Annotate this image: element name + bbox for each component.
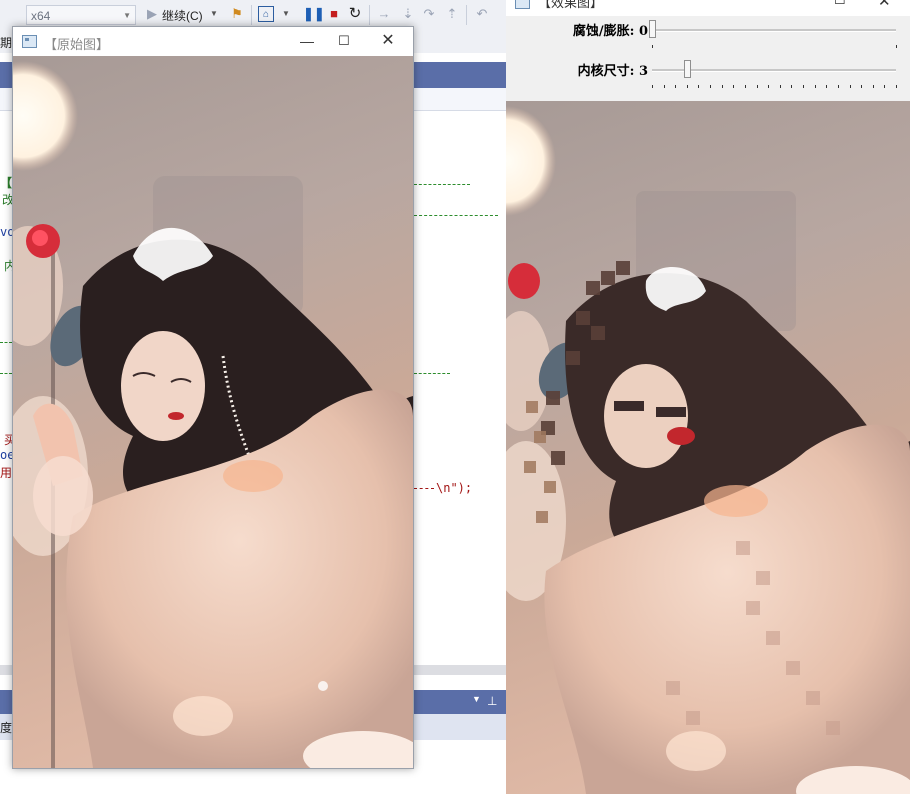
chevron-down-icon: ▼ <box>123 11 131 20</box>
trackbar-tick <box>896 45 897 48</box>
chevron-down-icon[interactable]: ▼ <box>206 6 222 22</box>
comment-divider <box>414 184 470 185</box>
minimize-icon[interactable]: — <box>290 30 324 52</box>
trackbar-thumb[interactable] <box>684 60 691 78</box>
trackbar-tick <box>826 85 827 88</box>
trackbar-kernel-size[interactable]: 内核尺寸: 3 <box>506 58 910 98</box>
show-next-statement-icon[interactable]: → <box>376 6 392 22</box>
trackbar-tick <box>687 85 688 88</box>
effect-window-title: 【效果图】 <box>538 0 604 10</box>
platform-combo[interactable]: x64 ▼ <box>26 5 136 25</box>
effect-window-titlebar[interactable]: 【效果图】 ☐ ✕ <box>506 0 910 16</box>
close-icon[interactable]: ✕ <box>371 30 405 52</box>
trackbar-tick <box>722 85 723 88</box>
trackbar-tick <box>884 85 885 88</box>
trackbar-tick <box>873 85 874 88</box>
pin-icon[interactable]: ⊥ <box>487 694 497 708</box>
trackbar-tick <box>745 85 746 88</box>
trackbar-tick <box>733 85 734 88</box>
code-fragment: \n"); <box>436 481 473 495</box>
chevron-down-icon[interactable]: ▼ <box>472 694 481 704</box>
pause-icon[interactable]: ❚❚ <box>303 6 325 22</box>
toolbar-separator <box>251 5 252 25</box>
trackbar-tick <box>861 85 862 88</box>
trackbar-thumb[interactable] <box>649 20 656 38</box>
window-app-icon <box>515 0 530 9</box>
side-label: 期 <box>0 36 13 50</box>
trackbar-tick <box>757 85 758 88</box>
trackbar-tick <box>652 85 653 88</box>
stop-icon[interactable]: ■ <box>326 6 342 22</box>
trackbar-tick <box>791 85 792 88</box>
trackbar-tick <box>664 85 665 88</box>
trackbar-tick <box>803 85 804 88</box>
camera-icon[interactable]: ⌂ <box>258 6 274 22</box>
continue-play-icon[interactable]: ▶ <box>144 6 160 22</box>
original-image <box>13 56 413 768</box>
comment-divider <box>0 342 12 343</box>
toolbar-separator <box>369 5 370 25</box>
trackbar-ticks <box>652 85 898 89</box>
trackbar-label: 腐蚀/膨胀: 0 <box>572 24 648 39</box>
platform-combo-value: x64 <box>31 9 51 23</box>
trackbar-tick <box>710 85 711 88</box>
trackbar-tick <box>652 45 653 48</box>
trackbar-tick <box>896 85 897 88</box>
effect-image <box>506 101 910 794</box>
trackbar-tick <box>780 85 781 88</box>
toolbar-separator <box>466 5 467 25</box>
effect-photo-content <box>506 106 910 794</box>
side-label: 度 <box>0 721 13 735</box>
chevron-down-icon[interactable]: ▼ <box>278 6 294 22</box>
trackbar-tick <box>850 85 851 88</box>
trackbar-ticks <box>652 45 898 49</box>
step-into-icon[interactable]: ⇣ <box>400 6 416 22</box>
maximize-icon[interactable]: ☐ <box>834 0 846 8</box>
trackbar-erode-dilate[interactable]: 腐蚀/膨胀: 0 <box>506 18 910 58</box>
trackbar-tick <box>768 85 769 88</box>
close-icon[interactable]: ✕ <box>878 0 891 10</box>
original-window-titlebar[interactable]: 【原始图】 — ☐ ✕ <box>13 27 413 56</box>
code-fragment: 用 <box>0 466 13 480</box>
original-window-title: 【原始图】 <box>44 37 110 52</box>
trackbar-tick <box>698 85 699 88</box>
step-over-icon[interactable]: ↷ <box>421 6 437 22</box>
comment-divider <box>414 373 450 374</box>
comment-divider <box>414 215 498 216</box>
hot-reload-icon[interactable]: ⚑ <box>229 6 245 22</box>
continue-button[interactable]: 继续(C) <box>162 7 203 24</box>
original-image-window[interactable]: 【原始图】 — ☐ ✕ <box>12 26 414 769</box>
trackbar-tick <box>838 85 839 88</box>
comment-divider <box>414 488 434 489</box>
trackbar-label: 内核尺寸: 3 <box>577 64 648 79</box>
maximize-icon[interactable]: ☐ <box>327 30 361 52</box>
effect-image-window[interactable]: 【效果图】 ☐ ✕ 腐蚀/膨胀: 0 内核尺寸: 3 <box>506 0 910 794</box>
undo-icon[interactable]: ↶ <box>474 6 490 22</box>
window-app-icon <box>22 35 37 48</box>
step-out-icon[interactable]: ⇡ <box>444 6 460 22</box>
original-photo-content <box>13 61 413 768</box>
code-fragment: 【 <box>0 176 13 190</box>
comment-divider <box>0 373 12 374</box>
trackbar-channel[interactable] <box>652 29 896 32</box>
trackbar-tick <box>815 85 816 88</box>
restart-icon[interactable]: ↻ <box>347 6 363 22</box>
trackbar-tick <box>675 85 676 88</box>
